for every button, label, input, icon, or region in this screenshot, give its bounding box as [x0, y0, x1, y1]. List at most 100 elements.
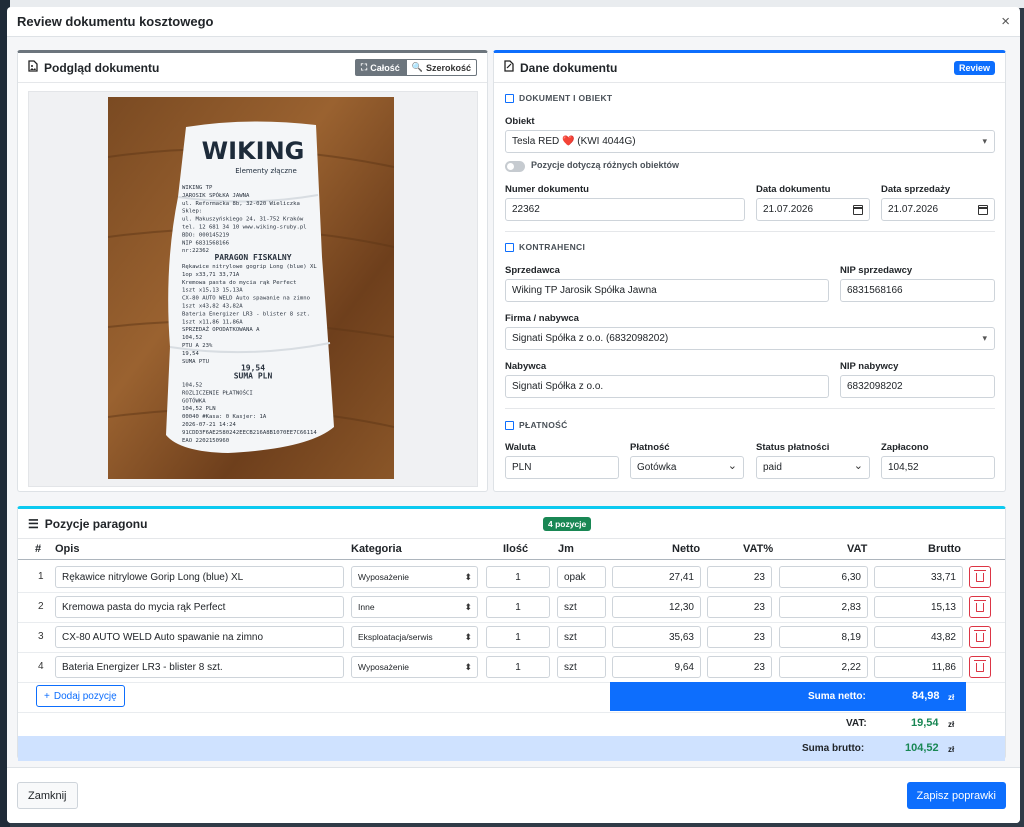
building-icon	[505, 242, 514, 252]
item-jm-value: opak	[564, 571, 586, 583]
item-vatp-value: 23	[753, 571, 765, 583]
data-title: Dane dokumentu	[520, 60, 618, 75]
item-vatp-input[interactable]: 23	[707, 656, 772, 678]
item-vatp-input[interactable]: 23	[707, 596, 772, 618]
sum-brutto-value: 104,52	[905, 742, 939, 754]
category-select[interactable]: Wyposażenie	[351, 566, 478, 588]
row-number: 2	[38, 601, 44, 612]
firma-select[interactable]: Signati Spółka z o.o. (6832098202)	[505, 327, 995, 350]
item-netto-input[interactable]: 27,41	[612, 566, 701, 588]
multi-object-toggle[interactable]	[505, 161, 525, 172]
sum-netto-row: Suma netto: 84,98 zł	[610, 682, 966, 711]
data-card-header: Dane dokumentu Review	[494, 53, 1005, 83]
receipt-line: EAO 2202150960	[182, 438, 229, 444]
add-item-button[interactable]: + Dodaj pozycję	[36, 685, 125, 707]
status-select[interactable]: paid	[756, 456, 870, 479]
nip-sprz-input[interactable]: 6831568166	[840, 279, 995, 302]
col-kategoria: Kategoria	[351, 543, 402, 555]
item-ilosc-input[interactable]: 1	[486, 596, 550, 618]
data-dok-input[interactable]: 21.07.2026	[756, 198, 870, 221]
item-netto-input[interactable]: 35,63	[612, 626, 701, 648]
receipt-line: SUMA PTU	[182, 359, 209, 365]
sum-netto-currency: zł	[948, 693, 955, 702]
fit-full-button[interactable]: ⛶ Całość	[354, 59, 406, 76]
item-opis-value: Bateria Energizer LR3 - blister 8 szt.	[62, 661, 223, 673]
item-vat-input[interactable]: 8,19	[779, 626, 868, 648]
item-vatp-value: 23	[753, 661, 765, 673]
item-jm-input[interactable]: szt	[557, 656, 606, 678]
item-ilosc-input[interactable]: 1	[486, 566, 550, 588]
platnosc-select[interactable]: Gotówka	[630, 456, 744, 479]
item-vat-input[interactable]: 2,22	[779, 656, 868, 678]
item-ilosc-input[interactable]: 1	[486, 626, 550, 648]
delete-item-button[interactable]	[969, 626, 991, 648]
item-vatp-input[interactable]: 23	[707, 626, 772, 648]
item-opis-input[interactable]: Rękawice nitrylowe Gorip Long (blue) XL	[55, 566, 344, 588]
item-jm-input[interactable]: szt	[557, 626, 606, 648]
item-opis-input[interactable]: CX-80 AUTO WELD Auto spawanie na zimno	[55, 626, 344, 648]
review-badge: Review	[953, 60, 995, 75]
item-kat-value: Inne	[358, 602, 375, 612]
delete-item-button[interactable]	[969, 566, 991, 588]
row-divider	[18, 592, 1005, 593]
obiekt-select[interactable]: Tesla RED ❤️ (KWI 4044G)	[505, 130, 995, 153]
item-ilosc-input[interactable]: 1	[486, 656, 550, 678]
item-brutto-input[interactable]: 43,82	[874, 626, 963, 648]
delete-item-button[interactable]	[969, 656, 991, 678]
zaplacono-input[interactable]: 104,52	[881, 456, 995, 479]
row-number: 1	[38, 571, 44, 582]
calendar-icon[interactable]	[853, 205, 863, 215]
obiekt-label: Obiekt	[505, 116, 535, 127]
receipt-line: nr:22362	[182, 248, 209, 254]
data-sprz-input[interactable]: 21.07.2026	[881, 198, 995, 221]
waluta-input[interactable]: PLN	[505, 456, 619, 479]
receipt-brand-sub: Elementy złączne	[235, 167, 297, 175]
item-opis-input[interactable]: Bateria Energizer LR3 - blister 8 szt.	[55, 656, 344, 678]
modal-title: Review dokumentu kosztowego	[17, 14, 214, 29]
add-item-label: Dodaj pozycję	[53, 690, 117, 702]
close-icon[interactable]: ×	[1001, 14, 1010, 29]
fit-width-label: Szerokość	[425, 62, 471, 73]
item-jm-input[interactable]: szt	[557, 596, 606, 618]
item-opis-input[interactable]: Kremowa pasta do mycia rąk Perfect	[55, 596, 344, 618]
numer-input[interactable]: 22362	[505, 198, 745, 221]
nabywca-input[interactable]: Signati Spółka z o.o.	[505, 375, 829, 398]
fit-width-button[interactable]: 🔍 Szerokość	[405, 59, 477, 76]
col-jm: Jm	[558, 543, 574, 555]
nip-nab-input[interactable]: 6832098202	[840, 375, 995, 398]
receipt-line: Rękawice nitrylowe gogrip Long (blue) XL	[182, 264, 317, 270]
item-brutto-input[interactable]: 15,13	[874, 596, 963, 618]
category-select[interactable]: Inne	[351, 596, 478, 618]
category-select[interactable]: Wyposażenie	[351, 656, 478, 678]
col-ilosc: Ilość	[503, 543, 529, 555]
section-doc: DOKUMENT I OBIEKT	[505, 93, 612, 103]
close-button[interactable]: Zamknij	[17, 782, 78, 809]
category-select[interactable]: Eksploatacja/serwis	[351, 626, 478, 648]
item-vat-input[interactable]: 6,30	[779, 566, 868, 588]
numer-label: Numer dokumentu	[505, 184, 589, 195]
waluta-value: PLN	[512, 462, 532, 473]
item-jm-input[interactable]: opak	[557, 566, 606, 588]
sprzedawca-input[interactable]: Wiking TP Jarosik Spółka Jawna	[505, 279, 829, 302]
item-netto-input[interactable]: 9,64	[612, 656, 701, 678]
platnosc-label: Płatność	[630, 442, 670, 453]
col-vat-percent: VAT%	[743, 543, 774, 555]
receipt-line: 104,52	[182, 335, 202, 341]
calendar-icon[interactable]	[978, 205, 988, 215]
item-brutto-input[interactable]: 11,86	[874, 656, 963, 678]
row-divider	[18, 652, 1005, 653]
trash-icon	[974, 599, 986, 612]
receipt-line: 104,52 PLN	[182, 406, 216, 412]
file-image-icon	[28, 60, 38, 75]
nip-nab-label: NIP nabywcy	[840, 361, 899, 372]
items-count-badge: 4 pozycje	[543, 517, 592, 531]
multi-object-label: Pozycje dotyczą różnych obiektów	[531, 160, 680, 170]
item-netto-input[interactable]: 12,30	[612, 596, 701, 618]
item-brutto-input[interactable]: 33,71	[874, 566, 963, 588]
trash-icon	[974, 659, 986, 672]
item-vat-input[interactable]: 2,83	[779, 596, 868, 618]
header-divider	[18, 559, 1005, 560]
delete-item-button[interactable]	[969, 596, 991, 618]
item-vatp-input[interactable]: 23	[707, 566, 772, 588]
save-button[interactable]: Zapisz poprawki	[906, 782, 1006, 809]
